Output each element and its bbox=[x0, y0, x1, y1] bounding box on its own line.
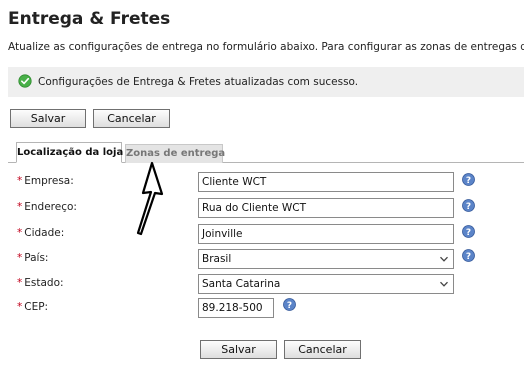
required-marker: * bbox=[17, 301, 23, 313]
page-title: Entrega & Fretes bbox=[8, 9, 171, 29]
city-label: * Cidade: bbox=[17, 227, 65, 239]
save-button[interactable]: Salvar bbox=[10, 109, 86, 128]
country-select-value: Brasil bbox=[202, 253, 232, 265]
annotation-arrow-icon bbox=[136, 161, 164, 236]
tab-store-location[interactable]: Localização da loja bbox=[16, 142, 123, 163]
svg-text:?: ? bbox=[466, 176, 471, 186]
state-select[interactable]: Santa Catarina bbox=[198, 274, 454, 294]
city-input[interactable]: Joinville bbox=[198, 224, 454, 244]
required-marker: * bbox=[17, 227, 23, 239]
cancel-button[interactable]: Cancelar bbox=[93, 109, 170, 128]
svg-text:?: ? bbox=[287, 301, 292, 311]
intro-text: Atualize as configurações de entrega no … bbox=[8, 41, 524, 53]
chevron-down-icon bbox=[440, 281, 448, 287]
save-button-bottom[interactable]: Salvar bbox=[200, 340, 277, 359]
state-label: * Estado: bbox=[17, 277, 64, 289]
svg-text:?: ? bbox=[466, 202, 471, 212]
check-circle-icon bbox=[18, 74, 32, 88]
zip-input[interactable]: 89.218-500 bbox=[198, 298, 274, 318]
address-input[interactable]: Rua do Cliente WCT bbox=[198, 198, 454, 218]
country-label: * País: bbox=[17, 252, 49, 264]
chevron-down-icon bbox=[440, 256, 448, 262]
help-icon[interactable]: ? bbox=[462, 249, 475, 262]
help-icon[interactable]: ? bbox=[462, 199, 475, 212]
address-label: * Endereço: bbox=[17, 201, 77, 213]
company-label: * Empresa: bbox=[17, 175, 74, 187]
success-alert: Configurações de Entrega & Fretes atuali… bbox=[8, 67, 524, 97]
cancel-button-bottom[interactable]: Cancelar bbox=[284, 340, 361, 359]
help-icon[interactable]: ? bbox=[462, 225, 475, 238]
state-select-value: Santa Catarina bbox=[202, 278, 281, 290]
svg-text:?: ? bbox=[466, 228, 471, 238]
required-marker: * bbox=[17, 277, 23, 289]
success-message: Configurações de Entrega & Fretes atuali… bbox=[38, 76, 359, 88]
help-icon[interactable]: ? bbox=[283, 298, 296, 311]
zip-label: * CEP: bbox=[17, 301, 49, 313]
country-select[interactable]: Brasil bbox=[198, 249, 454, 269]
svg-text:?: ? bbox=[466, 252, 471, 262]
required-marker: * bbox=[17, 201, 23, 213]
required-marker: * bbox=[17, 175, 23, 187]
company-input[interactable]: Cliente WCT bbox=[198, 172, 454, 192]
required-marker: * bbox=[17, 252, 23, 264]
help-icon[interactable]: ? bbox=[462, 173, 475, 186]
